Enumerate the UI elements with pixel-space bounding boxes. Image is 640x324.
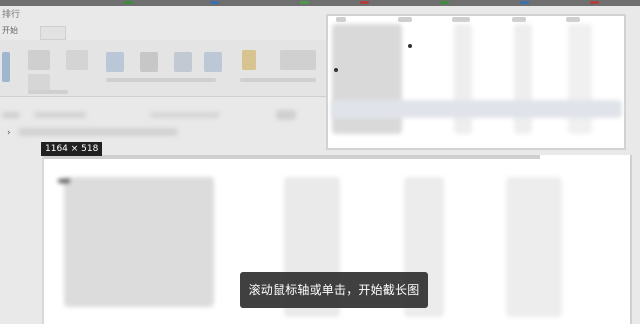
taskbar-strip	[0, 0, 640, 6]
taskbar-icon[interactable]	[300, 1, 309, 4]
blurred-content	[64, 177, 214, 307]
nav-item[interactable]	[34, 112, 86, 118]
address-bar[interactable]	[0, 110, 326, 122]
preview-panel	[326, 14, 626, 150]
dot-icon	[408, 44, 412, 48]
tab-home[interactable]: 开始	[2, 25, 18, 36]
nav-item[interactable]	[150, 112, 220, 118]
column-header	[512, 17, 526, 22]
column-header	[452, 17, 470, 22]
ribbon-button[interactable]	[204, 52, 222, 72]
scroll-capture-hint: 滚动鼠标轴或单击，开始截长图	[240, 272, 428, 308]
row-marker	[58, 179, 70, 183]
ribbon-toolbar	[0, 40, 326, 97]
ribbon-label	[106, 78, 216, 82]
nav-item[interactable]	[2, 112, 20, 118]
taskbar-icon[interactable]	[124, 1, 133, 4]
column-header	[336, 17, 346, 22]
nav-item[interactable]	[276, 110, 296, 120]
window-title: 排行	[2, 10, 21, 20]
taskbar-icon[interactable]	[440, 1, 449, 4]
ribbon-button[interactable]	[174, 52, 192, 72]
column-header	[398, 17, 412, 22]
taskbar-icon[interactable]	[520, 1, 529, 4]
chevron-right-icon[interactable]: ›	[7, 128, 11, 138]
ribbon-button[interactable]	[140, 52, 158, 72]
taskbar-icon[interactable]	[590, 1, 599, 4]
hint-text: 滚动鼠标轴或单击，开始截长图	[248, 283, 420, 297]
ribbon-button[interactable]	[242, 50, 256, 70]
selected-row-band	[332, 100, 622, 118]
ribbon-label	[240, 78, 316, 82]
taskbar-icon[interactable]	[360, 1, 369, 4]
ribbon-button[interactable]	[106, 52, 124, 72]
ribbon-label	[28, 90, 68, 94]
taskbar-icon[interactable]	[210, 1, 219, 4]
tab-item[interactable]	[40, 26, 66, 40]
column-header	[566, 17, 580, 22]
ribbon-button[interactable]	[66, 50, 88, 70]
ribbon-button[interactable]	[28, 50, 50, 70]
blurred-content	[506, 177, 562, 317]
ribbon-button[interactable]	[280, 50, 316, 70]
dot-icon	[334, 68, 338, 72]
capture-size-label: 1164 × 518	[41, 142, 103, 156]
ribbon-button[interactable]	[2, 52, 10, 82]
folder-path	[18, 128, 178, 136]
